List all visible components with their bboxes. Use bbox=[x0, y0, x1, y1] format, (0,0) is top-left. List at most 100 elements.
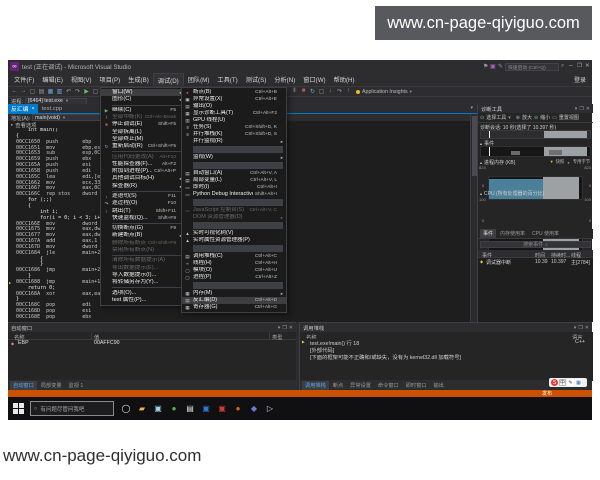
close-icon[interactable]: ✕ bbox=[586, 106, 590, 112]
menubar-item[interactable]: 工具(T) bbox=[213, 73, 241, 86]
chevron-down-icon[interactable]: ▾ bbox=[575, 106, 578, 112]
reset-view-label[interactable]: 重置视图 bbox=[559, 114, 579, 121]
taskbar-app-icon[interactable]: ▣ bbox=[198, 397, 214, 420]
menu-item[interactable]: 禁用所有断点(N) bbox=[101, 247, 185, 254]
menu-item[interactable]: ▤ 自动窗口(A) Ctrl+Alt+V, A bbox=[182, 170, 286, 177]
menu-item[interactable]: 将转储另存为(Y)... bbox=[101, 279, 185, 286]
toolbar-icon[interactable]: ↶ bbox=[64, 88, 73, 95]
debug-toolbar-icon[interactable]: ↑ bbox=[344, 88, 353, 95]
address-combo[interactable]: main(void) ▾ bbox=[32, 114, 103, 121]
timeline-selection[interactable] bbox=[544, 131, 587, 138]
ime-icon[interactable]: S bbox=[551, 379, 558, 386]
menubar-item[interactable]: 项目(P) bbox=[96, 73, 125, 86]
menu-item[interactable]: ▦ 寄存器(G) Ctrl+Alt+G bbox=[182, 304, 286, 311]
call-stack-header[interactable]: 调用堆栈 ▾ ❐ ✕ bbox=[300, 323, 592, 332]
menu-item[interactable]: ▲ 实时可视化树(V) bbox=[182, 230, 286, 237]
event-row[interactable]: ◆ 调试器中断 10.39 10.397 主[2784] bbox=[478, 258, 593, 266]
minimize-button[interactable]: ─ bbox=[569, 63, 573, 69]
menubar-item[interactable]: 调试(D) bbox=[152, 72, 184, 87]
tool-window-tab[interactable]: 自动窗口 bbox=[10, 380, 37, 390]
menu-item[interactable]: ▲ 实时属性资源管理器(P) bbox=[182, 237, 286, 244]
float-window-icon[interactable]: ❐ bbox=[579, 106, 583, 112]
menu-item[interactable] bbox=[112, 190, 182, 192]
menubar-item[interactable]: 视图(V) bbox=[67, 73, 96, 86]
menu-item[interactable]: 附加到进程(P)... Ctrl+Alt+P bbox=[101, 168, 185, 175]
menu-item[interactable]: ≡ 并行堆栈(K) Ctrl+Shift+D, S bbox=[182, 131, 286, 138]
menu-item[interactable] bbox=[193, 146, 283, 153]
toolbar-icon[interactable]: ▦ bbox=[46, 88, 55, 95]
menu-item[interactable]: ‖ 全部中断(K) Ctrl+Alt+Break bbox=[101, 114, 185, 121]
feedback-flag-icon[interactable]: ⚑ bbox=[483, 63, 488, 70]
menu-item[interactable]: ▥ GPU 线程(U) bbox=[182, 117, 286, 124]
sign-in-link[interactable]: 登录 bbox=[574, 75, 586, 84]
menu-item[interactable] bbox=[112, 255, 182, 257]
taskbar-app-icon[interactable]: ▷ bbox=[262, 397, 278, 420]
menu-item[interactable] bbox=[193, 282, 283, 289]
menubar-item[interactable]: 分析(N) bbox=[270, 73, 299, 86]
menu-item[interactable] bbox=[193, 162, 283, 169]
feedback-smiley-icon[interactable]: ▣ bbox=[490, 63, 496, 70]
menu-item[interactable]: ▤ 调用堆栈(C) Ctrl+Alt+C bbox=[182, 253, 286, 260]
menu-item[interactable] bbox=[112, 104, 182, 106]
menu-item[interactable] bbox=[193, 245, 283, 252]
diagnostic-tab[interactable]: 事件 bbox=[480, 229, 497, 238]
menu-item[interactable]: 导出数据提示(E)... bbox=[101, 265, 185, 272]
menu-item[interactable] bbox=[112, 151, 182, 153]
menu-item[interactable]: test 属性(P)... bbox=[101, 297, 185, 304]
menu-item[interactable]: 应用代码更改(A) Alt+F10 bbox=[101, 153, 185, 160]
events-search-input[interactable]: 搜索事件 ⌕ bbox=[480, 241, 591, 248]
cortana-search-input[interactable]: ○ 有问题尽管问我吧 bbox=[30, 401, 114, 416]
menu-item[interactable]: 探查器(R) ▸ bbox=[101, 183, 185, 190]
float-window-icon[interactable]: ❐ bbox=[282, 325, 286, 331]
menu-item[interactable]: ▦ 内存(M) ▸ bbox=[182, 290, 286, 297]
call-stack-frame[interactable]: [下面的框架可能不正确和/或缺失，没有为 kernel32.dll 加载符号] bbox=[300, 353, 593, 360]
status-right-label[interactable]: 发布 bbox=[542, 390, 552, 397]
snapshot-legend-label[interactable]: 快照 bbox=[556, 159, 565, 165]
tab-overflow-icon[interactable]: ▾ bbox=[470, 105, 473, 111]
reset-view-icon[interactable]: ▭ bbox=[552, 115, 557, 121]
call-stack-frame[interactable]: [外部代码] bbox=[300, 346, 593, 353]
menu-item[interactable]: ↻ 重新启动(R) Ctrl+Shift+F5 bbox=[101, 143, 185, 150]
zoom-in-icon[interactable]: ⊕ bbox=[516, 115, 520, 121]
search-icon[interactable]: ⌕ bbox=[561, 63, 564, 70]
menubar-item[interactable]: 文件(F) bbox=[10, 73, 38, 86]
editor-scrollbar[interactable] bbox=[470, 114, 477, 322]
toolbar-icon[interactable]: ▥ bbox=[55, 88, 64, 95]
menu-item[interactable]: ▤ 局部变量(L) Ctrl+Alt+V, L bbox=[182, 177, 286, 184]
menu-item[interactable]: 导入数据提示(I)... bbox=[101, 272, 185, 279]
menu-item[interactable] bbox=[193, 199, 283, 206]
taskbar-app-icon[interactable]: ▰ bbox=[134, 397, 150, 420]
menubar-item[interactable]: 编辑(E) bbox=[38, 73, 67, 86]
menu-item[interactable]: ▤ 输出(O) bbox=[182, 103, 286, 110]
debug-toolbar-icon[interactable]: ■ bbox=[299, 88, 308, 95]
menu-item[interactable]: 清除所有数据提示(A) bbox=[101, 257, 185, 264]
taskbar-app-icon[interactable]: ● bbox=[166, 397, 182, 420]
menu-item[interactable]: ↓ 逐语句(S) F11 bbox=[101, 193, 185, 200]
menu-item[interactable]: ↷ 逐过程(O) F10 bbox=[101, 200, 185, 207]
cpu-section-label[interactable]: ▴ CPU (所有处理器的百分比) bbox=[480, 190, 544, 197]
ime-icon[interactable]: 中 bbox=[559, 379, 566, 386]
tab-disassembly[interactable]: 反汇编 × bbox=[8, 104, 38, 113]
tool-window-tab[interactable]: 输出 bbox=[430, 381, 446, 390]
menu-item[interactable]: 选项(O)... bbox=[101, 289, 185, 296]
toolbar-icon[interactable]: ▢ bbox=[91, 88, 100, 95]
maximize-button[interactable]: ❐ bbox=[577, 63, 582, 69]
pencil-icon[interactable]: ✎ bbox=[498, 63, 503, 70]
tool-window-tab[interactable]: 监视 1 bbox=[66, 381, 87, 390]
tool-window-tab[interactable]: 即时窗口 bbox=[403, 381, 430, 390]
menu-item[interactable]: ▣ 异常设置(X) Ctrl+Alt+E bbox=[182, 96, 286, 103]
chevron-down-icon[interactable]: ▾ bbox=[508, 115, 511, 121]
debug-toolbar-icon[interactable]: ↻ bbox=[308, 88, 317, 95]
menu-item[interactable]: 切换断点(G) F9 bbox=[101, 225, 185, 232]
menu-item[interactable]: 并行监视(R) ▸ bbox=[182, 138, 286, 145]
toolbar-icon[interactable]: ▢ bbox=[28, 88, 37, 95]
autos-header[interactable]: 自动窗口 ▾ ❐ ✕ bbox=[8, 323, 296, 332]
taskbar-app-icon[interactable]: ◆ bbox=[246, 397, 262, 420]
taskbar-app-icon[interactable]: ▣ bbox=[150, 397, 166, 420]
zoom-out-label[interactable]: 缩小 bbox=[540, 114, 550, 121]
diagnostic-tab[interactable]: 内存使用率 bbox=[497, 229, 528, 238]
taskbar-app-icon[interactable]: ▤ bbox=[182, 397, 198, 420]
column-divider[interactable] bbox=[91, 332, 92, 340]
start-button[interactable] bbox=[13, 403, 24, 414]
menu-item[interactable] bbox=[112, 287, 182, 289]
